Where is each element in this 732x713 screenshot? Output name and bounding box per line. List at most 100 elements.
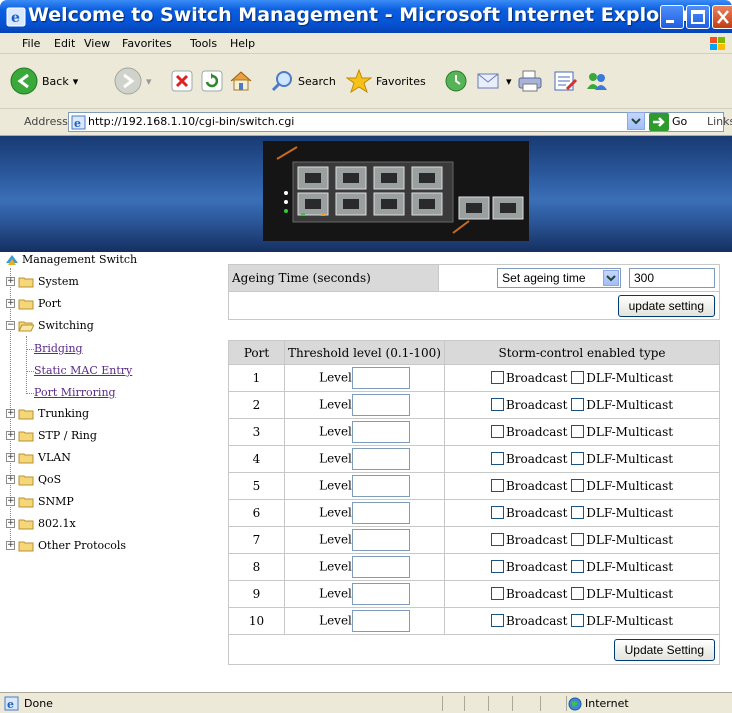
mail-button[interactable]: ▾ <box>476 66 512 96</box>
refresh-button[interactable] <box>200 66 224 96</box>
dlf-multicast-checkbox[interactable] <box>571 479 585 492</box>
broadcast-label: Broadcast <box>505 506 568 520</box>
favorites-button[interactable]: Favorites <box>346 66 426 96</box>
folder-icon <box>18 475 34 486</box>
address-label: Address <box>24 115 68 128</box>
print-button[interactable] <box>517 66 543 96</box>
menu-help[interactable]: Help <box>230 37 255 50</box>
dlf-multicast-checkbox[interactable] <box>571 587 585 600</box>
level-label: Level <box>319 397 352 412</box>
expand-icon[interactable]: + <box>6 453 15 462</box>
tree-link-bridging[interactable]: Bridging <box>34 342 83 358</box>
dlf-multicast-checkbox[interactable] <box>571 560 585 573</box>
threshold-input[interactable] <box>351 583 410 605</box>
expand-icon[interactable]: + <box>6 541 15 550</box>
expand-icon[interactable]: + <box>6 475 15 484</box>
address-dropdown[interactable] <box>627 112 645 130</box>
broadcast-label: Broadcast <box>505 398 568 412</box>
broadcast-checkbox[interactable] <box>490 560 504 573</box>
dlf-multicast-checkbox[interactable] <box>571 452 585 465</box>
menu-view[interactable]: View <box>84 37 110 50</box>
broadcast-checkbox[interactable] <box>490 371 504 384</box>
storm-update-setting-button[interactable]: Update Setting <box>613 638 715 661</box>
update-setting-button[interactable]: update setting <box>617 294 715 317</box>
folder-icon <box>18 431 34 442</box>
dlf-multicast-checkbox[interactable] <box>571 371 585 384</box>
refresh-icon <box>201 70 223 92</box>
back-button[interactable]: Back ▾ <box>10 66 78 96</box>
expand-icon[interactable]: + <box>6 497 15 506</box>
folder-icon <box>18 497 34 508</box>
chevron-down-icon <box>603 270 620 286</box>
go-label[interactable]: Go <box>672 115 687 128</box>
menu-tools[interactable]: Tools <box>190 37 217 50</box>
ageing-time-input[interactable]: 300 <box>629 268 715 288</box>
broadcast-label: Broadcast <box>505 533 568 547</box>
home-button[interactable] <box>228 66 254 96</box>
column-header-threshold: Threshold level (0.1-100) <box>284 340 445 365</box>
level-label: Level <box>319 424 352 439</box>
broadcast-checkbox[interactable] <box>490 587 504 600</box>
tree-link-static-mac-entry[interactable]: Static MAC Entry <box>34 364 132 380</box>
edit-button[interactable] <box>552 66 578 96</box>
ageing-select[interactable]: Set ageing time <box>497 268 622 288</box>
broadcast-checkbox[interactable] <box>490 425 504 438</box>
tree-guide-line <box>26 393 34 394</box>
threshold-input[interactable] <box>351 421 410 443</box>
minimize-button[interactable] <box>660 5 684 29</box>
dlf-multicast-checkbox[interactable] <box>571 533 585 546</box>
threshold-input[interactable] <box>351 610 410 632</box>
broadcast-checkbox[interactable] <box>490 533 504 546</box>
level-label: Level <box>319 370 352 385</box>
dlf-multicast-checkbox[interactable] <box>571 506 585 519</box>
threshold-input[interactable] <box>351 475 410 497</box>
broadcast-checkbox[interactable] <box>490 614 504 627</box>
port-number: 1 <box>228 364 285 392</box>
messenger-button[interactable] <box>584 66 610 96</box>
tree-node-label: STP / Ring <box>38 429 97 442</box>
go-button[interactable] <box>649 113 669 131</box>
menu-favorites[interactable]: Favorites <box>122 37 172 50</box>
expand-icon[interactable]: + <box>6 299 15 308</box>
dlf-multicast-label: DLF-Multicast <box>586 560 674 574</box>
close-button[interactable] <box>712 5 732 29</box>
collapse-icon[interactable]: − <box>6 321 15 330</box>
threshold-input[interactable] <box>351 394 410 416</box>
expand-icon[interactable]: + <box>6 277 15 286</box>
menu-file[interactable]: File <box>22 37 40 50</box>
storm-type-cell: Broadcast DLF-Multicast <box>444 391 720 419</box>
threshold-input[interactable] <box>351 529 410 551</box>
level-label: Level <box>319 613 352 628</box>
storm-type-cell: Broadcast DLF-Multicast <box>444 418 720 446</box>
dlf-multicast-checkbox[interactable] <box>571 398 585 411</box>
broadcast-checkbox[interactable] <box>490 398 504 411</box>
broadcast-label: Broadcast <box>505 560 568 574</box>
stop-icon <box>171 70 193 92</box>
forward-button[interactable]: ▾ <box>114 66 152 96</box>
stop-button[interactable] <box>170 66 194 96</box>
threshold-input[interactable] <box>351 448 410 470</box>
security-zone: Internet <box>585 697 629 710</box>
maximize-button[interactable] <box>686 5 710 29</box>
broadcast-checkbox[interactable] <box>490 479 504 492</box>
tree-link-port-mirroring[interactable]: Port Mirroring <box>34 386 116 402</box>
expand-icon[interactable]: + <box>6 409 15 418</box>
folder-icon <box>18 519 34 530</box>
dlf-multicast-checkbox[interactable] <box>571 425 585 438</box>
broadcast-checkbox[interactable] <box>490 506 504 519</box>
expand-icon[interactable]: + <box>6 431 15 440</box>
history-button[interactable] <box>444 66 468 96</box>
threshold-input[interactable] <box>351 556 410 578</box>
expand-icon[interactable]: + <box>6 519 15 528</box>
broadcast-checkbox[interactable] <box>490 452 504 465</box>
storm-type-cell: Broadcast DLF-Multicast <box>444 607 720 635</box>
search-button[interactable]: Search <box>270 66 336 96</box>
links-label[interactable]: Links <box>707 115 732 128</box>
status-separator <box>512 696 513 711</box>
threshold-input[interactable] <box>351 502 410 524</box>
dlf-multicast-checkbox[interactable] <box>571 614 585 627</box>
threshold-input[interactable] <box>351 367 410 389</box>
port-number: 2 <box>228 391 285 419</box>
menu-edit[interactable]: Edit <box>54 37 75 50</box>
status-separator <box>464 696 465 711</box>
